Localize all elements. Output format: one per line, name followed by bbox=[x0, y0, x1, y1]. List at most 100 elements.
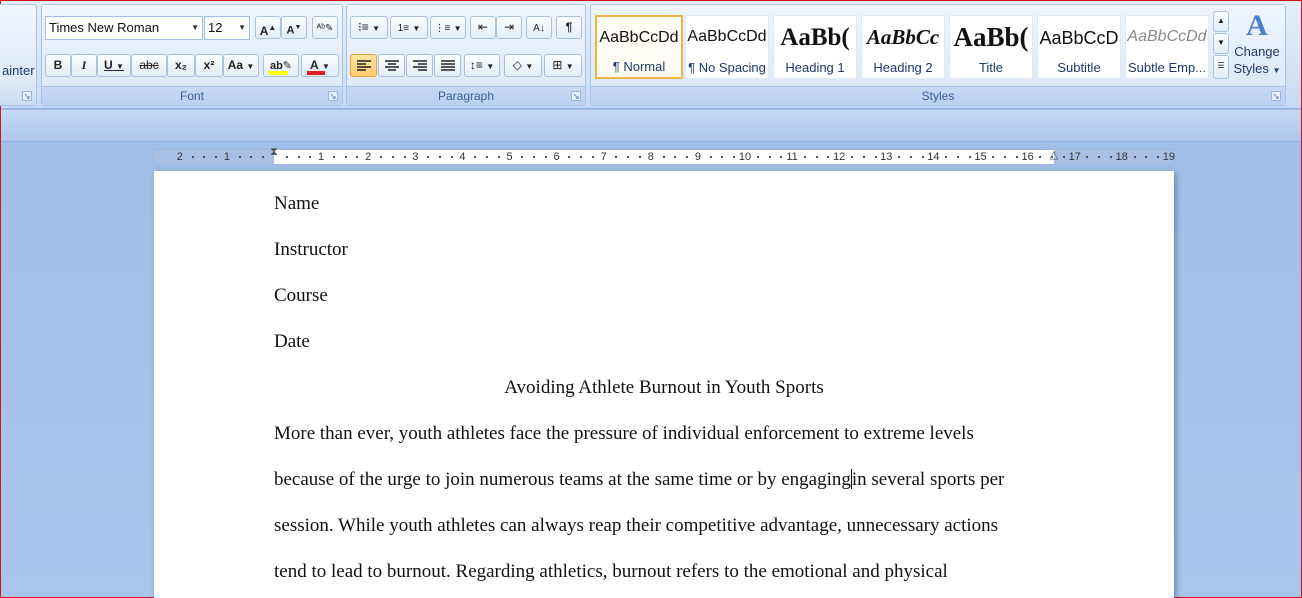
ruler-number: 1 bbox=[318, 151, 325, 163]
justify-button[interactable] bbox=[434, 54, 461, 77]
change-styles-button[interactable]: A Change Styles ▼ bbox=[1231, 9, 1283, 89]
bullets-icon: ⁝≡ bbox=[357, 20, 369, 34]
format-painter-label[interactable]: ainter bbox=[2, 63, 35, 78]
line-spacing-button[interactable]: ↕≡ ▼ bbox=[464, 54, 500, 77]
paragraph-line-3[interactable]: session. While youth athletes can always… bbox=[274, 515, 1134, 537]
paragraph-line-2-after-caret: in several sports per bbox=[851, 469, 1005, 490]
ruler-tick bbox=[1051, 156, 1054, 158]
style-sample: AaBbCcDd bbox=[687, 28, 767, 45]
ruler-left-margin bbox=[154, 150, 274, 164]
ruler-tick bbox=[909, 156, 912, 158]
font-name-dropdown[interactable]: Times New Roman ▼ bbox=[45, 16, 203, 40]
paragraph-line-2[interactable]: because of the urge to join numerous tea… bbox=[274, 469, 1134, 491]
right-indent-marker-icon[interactable]: △ bbox=[1050, 148, 1058, 161]
ruler-tick bbox=[427, 156, 430, 158]
clipboard-launcher-icon[interactable]: ↘ bbox=[22, 91, 32, 101]
style-name: Heading 1 bbox=[785, 60, 845, 75]
style-heading-1[interactable]: AaBb( Heading 1 bbox=[773, 15, 857, 79]
gallery-scroll-up-button[interactable]: ▲ bbox=[1213, 11, 1229, 32]
font-name-value: Times New Roman bbox=[49, 20, 160, 35]
ruler-number: 11 bbox=[786, 151, 798, 163]
gallery-scroll-down-button[interactable]: ▼ bbox=[1213, 33, 1229, 54]
ruler-tick bbox=[827, 156, 830, 158]
multilevel-list-button[interactable]: ⋮≡ ▼ bbox=[430, 16, 466, 39]
chevron-up-icon: ▲ bbox=[1217, 16, 1225, 25]
style-heading-2[interactable]: AaBbCc Heading 2 bbox=[861, 15, 945, 79]
first-line-indent-marker-icon[interactable]: ⧗ bbox=[270, 146, 278, 159]
style-subtle-emphasis[interactable]: AaBbCcDd Subtle Emp... bbox=[1125, 15, 1209, 79]
horizontal-ruler[interactable]: ⧗ △ 2 1 1 2 3 4 5 6 7 8 9 10 11 12 13 14 15 16 17 18 19 bbox=[153, 146, 1175, 165]
gallery-more-button[interactable]: ☰ bbox=[1213, 55, 1229, 79]
align-right-icon bbox=[412, 60, 427, 71]
ruler-number: 16 bbox=[1021, 151, 1034, 163]
style-name: ¶ Normal bbox=[612, 59, 666, 74]
ruler-tick bbox=[450, 156, 453, 158]
borders-button[interactable]: ⊞ ▼ bbox=[544, 54, 582, 77]
ruler-tick bbox=[580, 156, 583, 158]
ruler-tick bbox=[250, 156, 253, 158]
underline-button[interactable]: U ▼ bbox=[97, 54, 131, 77]
ruler-number: 15 bbox=[974, 151, 987, 163]
styles-dialog-launcher-icon[interactable]: ↘ bbox=[1271, 91, 1281, 101]
ruler-number: 18 bbox=[1115, 151, 1128, 163]
shrink-font-button[interactable]: A▼ bbox=[281, 16, 307, 39]
style-normal[interactable]: AaBbCcDd ¶ Normal bbox=[595, 15, 683, 79]
style-title[interactable]: AaBb( Title bbox=[949, 15, 1033, 79]
styles-group-label: Styles bbox=[591, 86, 1285, 105]
ruler-tick bbox=[203, 156, 206, 158]
superscript-button[interactable]: x² bbox=[195, 54, 223, 77]
shading-button[interactable]: ◇ ▼ bbox=[504, 54, 542, 77]
underline-icon: U bbox=[104, 58, 113, 72]
ruler-number: 5 bbox=[506, 151, 513, 163]
ruler-tick bbox=[768, 156, 771, 158]
ruler-number: 3 bbox=[412, 151, 419, 163]
sort-button[interactable]: A↓ bbox=[526, 16, 552, 39]
doc-line-instructor[interactable]: Instructor bbox=[274, 239, 1134, 261]
numbering-icon: 1≡ bbox=[397, 23, 410, 34]
ruler-tick bbox=[1098, 156, 1101, 158]
align-center-button[interactable] bbox=[378, 54, 405, 77]
doc-line-date[interactable]: Date bbox=[274, 331, 1134, 353]
ruler-tick bbox=[533, 156, 536, 158]
doc-line-name[interactable]: Name bbox=[274, 193, 1134, 215]
ruler-tick bbox=[627, 156, 630, 158]
doc-line-course[interactable]: Course bbox=[274, 285, 1134, 307]
style-subtitle[interactable]: AaBbCcD Subtitle bbox=[1037, 15, 1121, 79]
paragraph-line-1[interactable]: More than ever, youth athletes face the … bbox=[274, 423, 1134, 445]
highlight-button[interactable]: ab✎ bbox=[263, 54, 299, 77]
document-page[interactable]: Name Instructor Course Date Avoiding Ath… bbox=[154, 171, 1174, 598]
change-case-button[interactable]: Aa ▼ bbox=[223, 54, 259, 77]
bullets-button[interactable]: ⁝≡ ▼ bbox=[350, 16, 388, 39]
decrease-indent-button[interactable]: ⇤ bbox=[470, 16, 496, 39]
ruler-tick bbox=[497, 156, 500, 158]
ruler-number: 17 bbox=[1068, 151, 1081, 163]
ruler-tick bbox=[1004, 156, 1007, 158]
font-dialog-launcher-icon[interactable]: ↘ bbox=[328, 91, 338, 101]
align-right-button[interactable] bbox=[406, 54, 433, 77]
ruler-tick bbox=[1145, 156, 1148, 158]
bold-button[interactable]: B bbox=[45, 54, 71, 77]
ruler-tick bbox=[356, 156, 359, 158]
paragraph-dialog-launcher-icon[interactable]: ↘ bbox=[571, 91, 581, 101]
font-color-button[interactable]: A ▼ bbox=[301, 54, 339, 77]
increase-indent-button[interactable]: ⇥ bbox=[496, 16, 522, 39]
clipboard-group: ainter ↘ bbox=[0, 4, 37, 106]
ruler-tick bbox=[332, 156, 335, 158]
subscript-button[interactable]: x₂ bbox=[167, 54, 195, 77]
clear-formatting-button[interactable]: ᴬᵇ✎ bbox=[312, 16, 338, 39]
ruler-tick bbox=[733, 156, 736, 158]
styles-group: AaBbCcDd ¶ Normal AaBbCcDd ¶ No Spacing … bbox=[590, 4, 1286, 106]
align-left-button[interactable] bbox=[350, 54, 377, 77]
paragraph-line-4[interactable]: tend to lead to burnout. Regarding athle… bbox=[274, 561, 1134, 583]
italic-button[interactable]: I bbox=[71, 54, 97, 77]
font-group: Times New Roman ▼ 12 ▼ A▲ A▼ ᴬᵇ✎ B I U ▼… bbox=[41, 4, 343, 106]
ruler-number: 14 bbox=[927, 151, 940, 163]
chevron-down-icon: ▼ bbox=[238, 23, 246, 32]
show-formatting-button[interactable]: ¶ bbox=[556, 16, 582, 39]
font-size-dropdown[interactable]: 12 ▼ bbox=[204, 16, 250, 40]
numbering-button[interactable]: 1≡ ▼ bbox=[390, 16, 428, 39]
strikethrough-button[interactable]: abc bbox=[131, 54, 167, 77]
grow-font-button[interactable]: A▲ bbox=[255, 16, 281, 39]
document-title[interactable]: Avoiding Athlete Burnout in Youth Sports bbox=[154, 377, 1174, 399]
style-no-spacing[interactable]: AaBbCcDd ¶ No Spacing bbox=[685, 15, 769, 79]
